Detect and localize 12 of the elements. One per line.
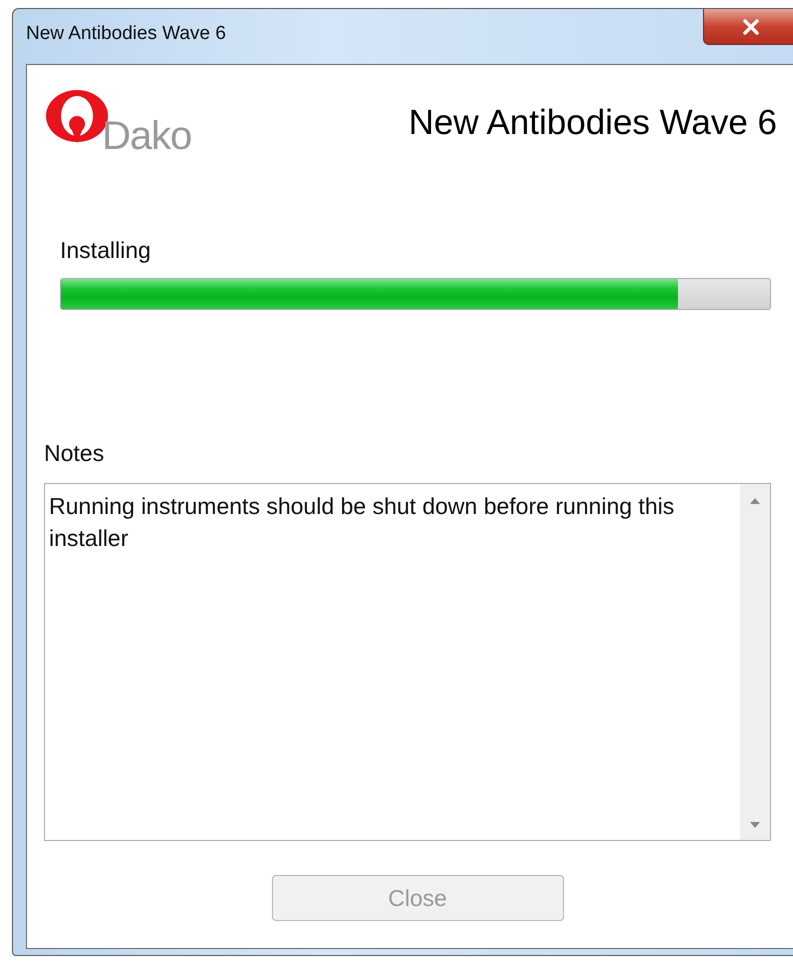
close-icon [742,18,760,34]
scroll-up-icon[interactable] [750,498,760,504]
product-title: New Antibodies Wave 6 [408,103,777,143]
logo-text: Dako [102,114,192,159]
progress-label: Installing [60,237,152,264]
window-title: New Antibodies Wave 6 [26,23,226,45]
notes-text: Running instruments should be shut down before running this installer [48,492,676,553]
notes-box[interactable]: Running instruments should be shut down before running this installer [44,483,771,841]
scroll-bar[interactable] [740,484,770,840]
close-window-button[interactable] [703,9,793,45]
notes-label: Notes [44,440,106,467]
scroll-down-icon[interactable] [750,822,760,828]
